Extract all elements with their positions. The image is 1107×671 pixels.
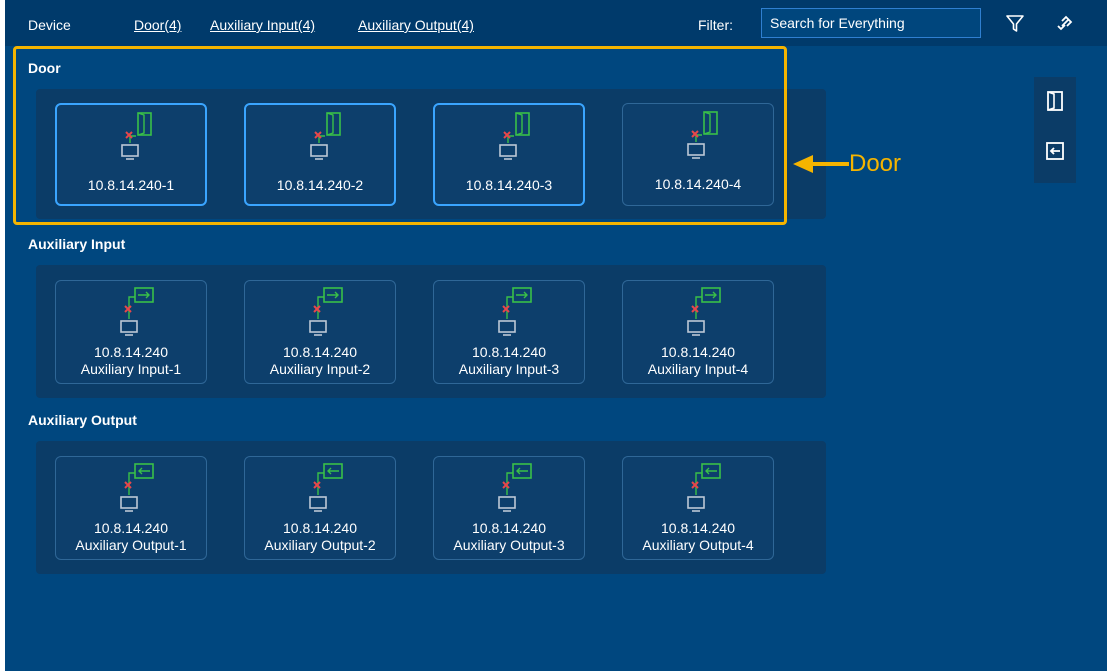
search-input[interactable]	[761, 8, 981, 38]
auxiliary-input-card-1[interactable]: 10.8.14.240 Auxiliary Input-1	[55, 280, 207, 384]
auxiliary-output-card-1[interactable]: 10.8.14.240 Auxiliary Output-1	[55, 456, 207, 560]
auxiliary-input-ip: 10.8.14.240	[661, 344, 735, 360]
auxiliary-input-ip: 10.8.14.240	[472, 344, 546, 360]
auxiliary-input-name: Auxiliary Input-4	[647, 361, 749, 377]
auxiliary-input-icon	[120, 287, 154, 336]
auxiliary-output-name: Auxiliary Output-2	[264, 537, 376, 553]
auxiliary-output-ip: 10.8.14.240	[661, 520, 735, 536]
top-bar: Device Door(4) Auxiliary Input(4) Auxili…	[5, 0, 1107, 46]
auxiliary-output-ip: 10.8.14.240	[472, 520, 546, 536]
door-icon[interactable]	[1043, 89, 1067, 113]
auxiliary-input-ip: 10.8.14.240	[283, 344, 357, 360]
auxiliary-output-ip: 10.8.14.240	[94, 520, 168, 536]
auxiliary-output-name: Auxiliary Output-3	[453, 537, 565, 553]
side-toolbar	[1034, 77, 1076, 183]
door-annotation-label: Door	[849, 150, 902, 177]
auxiliary-output-ip: 10.8.14.240	[283, 520, 357, 536]
auxiliary-output-icon	[687, 463, 721, 512]
auxiliary-input-ip: 10.8.14.240	[94, 344, 168, 360]
filter-icon[interactable]	[1003, 11, 1027, 35]
exit-icon[interactable]	[1043, 139, 1067, 163]
auxiliary-input-panel: 10.8.14.240 Auxiliary Input-1 10.8.14.24…	[36, 265, 826, 398]
auxiliary-input-link[interactable]: Auxiliary Input(4)	[210, 17, 315, 33]
auxiliary-input-name: Auxiliary Input-3	[458, 361, 560, 377]
auxiliary-input-card-2[interactable]: 10.8.14.240 Auxiliary Input-2	[244, 280, 396, 384]
auxiliary-output-icon	[309, 463, 343, 512]
auxiliary-input-card-4[interactable]: 10.8.14.240 Auxiliary Input-4	[622, 280, 774, 384]
arrow-left-icon	[793, 155, 849, 173]
link-icon[interactable]	[1053, 11, 1077, 35]
auxiliary-output-icon	[498, 463, 532, 512]
auxiliary-input-section-title: Auxiliary Input	[28, 236, 126, 252]
auxiliary-output-icon	[120, 463, 154, 512]
auxiliary-output-card-3[interactable]: 10.8.14.240 Auxiliary Output-3	[433, 456, 585, 560]
auxiliary-output-name: Auxiliary Output-1	[75, 537, 187, 553]
auxiliary-input-name: Auxiliary Input-2	[269, 361, 371, 377]
auxiliary-input-icon	[687, 287, 721, 336]
auxiliary-output-link[interactable]: Auxiliary Output(4)	[358, 17, 474, 33]
auxiliary-output-panel: 10.8.14.240 Auxiliary Output-1 10.8.14.2…	[36, 441, 826, 574]
filter-label: Filter:	[698, 17, 733, 33]
door-link[interactable]: Door(4)	[134, 17, 181, 33]
auxiliary-input-card-3[interactable]: 10.8.14.240 Auxiliary Input-3	[433, 280, 585, 384]
auxiliary-input-icon	[309, 287, 343, 336]
device-title: Device	[28, 17, 71, 33]
device-view: Device Door(4) Auxiliary Input(4) Auxili…	[5, 0, 1107, 671]
auxiliary-input-name: Auxiliary Input-1	[80, 361, 182, 377]
door-highlight-box	[13, 46, 787, 225]
auxiliary-output-name: Auxiliary Output-4	[642, 537, 754, 553]
auxiliary-output-card-2[interactable]: 10.8.14.240 Auxiliary Output-2	[244, 456, 396, 560]
auxiliary-output-card-4[interactable]: 10.8.14.240 Auxiliary Output-4	[622, 456, 774, 560]
auxiliary-input-icon	[498, 287, 532, 336]
auxiliary-output-section-title: Auxiliary Output	[28, 412, 137, 428]
